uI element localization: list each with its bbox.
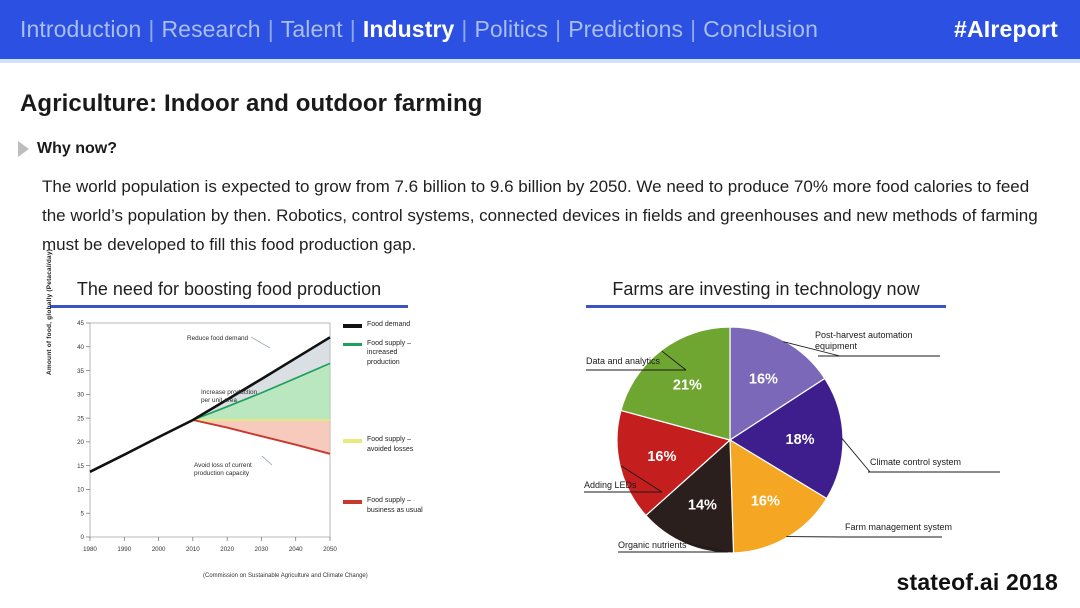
page-title: Agriculture: Indoor and outdoor farming bbox=[20, 90, 483, 117]
legend-swatch-business-as-usual bbox=[343, 500, 362, 504]
svg-text:1990: 1990 bbox=[117, 546, 131, 553]
svg-text:Increase production: Increase production bbox=[201, 389, 258, 396]
svg-text:25: 25 bbox=[77, 415, 84, 422]
svg-text:18%: 18% bbox=[786, 432, 815, 448]
svg-text:Avoid loss of current: Avoid loss of current bbox=[194, 462, 252, 469]
svg-text:16%: 16% bbox=[749, 371, 778, 387]
svg-text:2000: 2000 bbox=[152, 546, 166, 553]
svg-text:5: 5 bbox=[81, 510, 85, 517]
legend-item: Food supply – avoided losses bbox=[343, 435, 468, 454]
svg-text:16%: 16% bbox=[751, 493, 780, 509]
left-panel-header: The need for boosting food production bbox=[50, 279, 408, 308]
pie-label-adding-leds: Adding LEDs bbox=[584, 480, 637, 490]
svg-text:2040: 2040 bbox=[289, 546, 303, 553]
nav-item-industry[interactable]: Industry bbox=[363, 16, 455, 43]
pie-label-climate-control-system: Climate control system bbox=[870, 457, 962, 467]
nav-item-list: Introduction | Research | Talent | Indus… bbox=[20, 16, 818, 43]
svg-text:2020: 2020 bbox=[220, 546, 234, 553]
nav-item-research[interactable]: Research bbox=[161, 16, 260, 43]
svg-text:1980: 1980 bbox=[83, 546, 97, 553]
nav-separator: | bbox=[461, 16, 468, 42]
legend-item: Food demand bbox=[343, 320, 468, 330]
legend-item: Food supply – increased production bbox=[343, 339, 468, 368]
line-chart-caption: (Commission on Sustainable Agriculture a… bbox=[203, 573, 368, 579]
legend-swatch-increased-production bbox=[343, 342, 362, 346]
line-chart-svg: 0 5 10 15 20 25 30 35 40 45 1980 1990 2000 2010 2020 20… bbox=[77, 320, 337, 553]
nav-separator: | bbox=[555, 16, 562, 42]
pie-label-organic-nutrients: Organic nutrients bbox=[618, 540, 687, 550]
top-navigation-bar: Introduction | Research | Talent | Indus… bbox=[0, 0, 1080, 59]
section-heading-label: Why now? bbox=[37, 140, 117, 157]
legend-swatch-food-demand bbox=[343, 324, 362, 328]
navbar-underline bbox=[0, 59, 1080, 63]
legend-item: Food supply – business as usual bbox=[343, 496, 468, 515]
nav-separator: | bbox=[148, 16, 155, 42]
triangle-bullet-icon bbox=[18, 141, 29, 157]
legend-label-increased-production: Food supply – increased production bbox=[367, 339, 411, 366]
food-production-line-chart: Amount of food, globally (Petacal/day) 0… bbox=[46, 249, 468, 590]
nav-item-predictions[interactable]: Predictions bbox=[568, 16, 683, 43]
svg-text:30: 30 bbox=[77, 392, 84, 399]
svg-text:40: 40 bbox=[77, 344, 84, 351]
pie-label-post-harvest-automation-equipment: Post-harvest automation equipment bbox=[815, 330, 913, 351]
nav-item-politics[interactable]: Politics bbox=[474, 16, 548, 43]
pie-label-data-and-analytics: Data and analytics bbox=[586, 356, 661, 366]
svg-text:2010: 2010 bbox=[186, 546, 200, 553]
svg-text:2030: 2030 bbox=[255, 546, 269, 553]
svg-text:production capacity: production capacity bbox=[194, 470, 250, 477]
svg-text:21%: 21% bbox=[673, 377, 702, 393]
svg-text:0: 0 bbox=[81, 534, 85, 541]
pie-label-farm-management-system: Farm management system bbox=[845, 522, 953, 532]
legend-swatch-avoided-losses bbox=[343, 439, 362, 443]
line-chart-legend: Food demand Food supply – increased prod… bbox=[343, 320, 468, 520]
legend-label-avoided-losses: Food supply – avoided losses bbox=[367, 436, 414, 453]
svg-text:2050: 2050 bbox=[323, 546, 337, 553]
svg-text:35: 35 bbox=[77, 368, 84, 375]
svg-text:14%: 14% bbox=[688, 497, 717, 513]
svg-text:per unit area: per unit area bbox=[201, 397, 237, 404]
body-paragraph: The world population is expected to grow… bbox=[42, 177, 1038, 254]
svg-text:10: 10 bbox=[77, 487, 84, 494]
section-heading-row: Why now? bbox=[18, 140, 117, 158]
svg-text:Reduce food demand: Reduce food demand bbox=[187, 335, 249, 342]
svg-text:15: 15 bbox=[77, 463, 84, 470]
svg-text:16%: 16% bbox=[647, 449, 676, 465]
legend-label-business-as-usual: Food supply – business as usual bbox=[367, 497, 423, 514]
svg-text:20: 20 bbox=[77, 439, 84, 446]
nav-separator: | bbox=[690, 16, 697, 42]
svg-text:45: 45 bbox=[77, 320, 84, 327]
footer-brand: stateof.ai 2018 bbox=[896, 569, 1058, 595]
right-panel-header: Farms are investing in technology now bbox=[586, 279, 946, 308]
slide-root: Introduction | Research | Talent | Indus… bbox=[0, 0, 1080, 608]
nav-item-introduction[interactable]: Introduction bbox=[20, 16, 141, 43]
nav-separator: | bbox=[267, 16, 274, 42]
nav-separator: | bbox=[349, 16, 356, 42]
hashtag-label: #AIreport bbox=[953, 16, 1058, 42]
nav-item-talent[interactable]: Talent bbox=[281, 16, 343, 43]
farm-technology-pie-chart: 16% 18% 16% 14% 16% 21% Post-harvest automati… bbox=[570, 312, 1070, 582]
legend-label-food-demand: Food demand bbox=[367, 321, 411, 328]
nav-item-conclusion[interactable]: Conclusion bbox=[703, 16, 818, 43]
